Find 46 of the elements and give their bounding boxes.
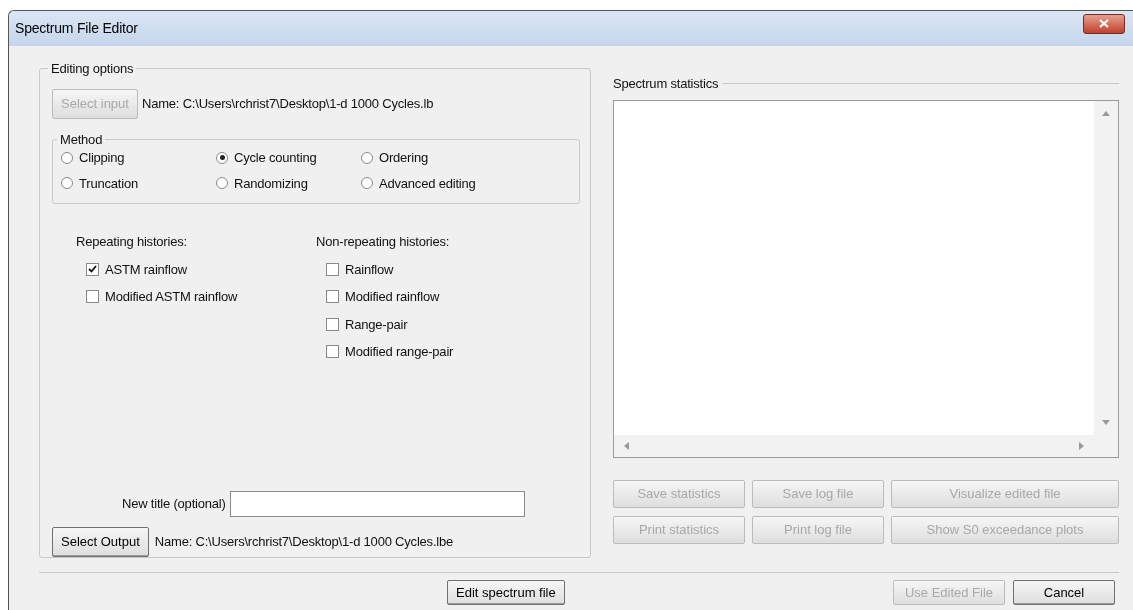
- radio-button[interactable]: [216, 177, 228, 190]
- scroll-left-icon[interactable]: [624, 441, 629, 450]
- scroll-down-icon[interactable]: [1102, 419, 1110, 425]
- input-file-name: Name: C:\Users\rchrist7\Desktop\1-d 1000 Cycles.lb: [141, 95, 434, 114]
- option-label[interactable]: Truncation: [79, 173, 138, 193]
- option-label[interactable]: Ordering: [379, 148, 428, 168]
- radio-button[interactable]: [361, 177, 373, 190]
- group-title: Method: [59, 133, 104, 146]
- scroll-up-icon[interactable]: [1102, 110, 1110, 116]
- option-label[interactable]: Cycle counting: [234, 148, 317, 168]
- option-label[interactable]: Modified rainflow: [345, 287, 440, 307]
- checkbox[interactable]: [326, 345, 339, 359]
- option-label[interactable]: Rainflow: [345, 259, 394, 279]
- checkbox[interactable]: [86, 290, 99, 304]
- checkbox[interactable]: [326, 262, 339, 276]
- checkbox[interactable]: [326, 317, 339, 331]
- vertical-scrollbar[interactable]: [1094, 100, 1118, 435]
- field-label: New title (optional): [122, 495, 226, 514]
- checkbox[interactable]: [86, 262, 99, 276]
- radio-button[interactable]: [61, 151, 73, 164]
- horizontal-scrollbar[interactable]: [614, 434, 1118, 457]
- check-icon: [88, 265, 97, 274]
- option-label[interactable]: Randomizing: [234, 173, 308, 193]
- group-title: Spectrum statistics: [613, 75, 719, 93]
- dialog-button[interactable]: Edit spectrum file: [447, 580, 565, 605]
- close-icon: [1099, 19, 1109, 28]
- radio-button[interactable]: [216, 151, 228, 164]
- output-file-name: Name: C:\Users\rchrist7\Desktop\1-d 1000 Cycles.lbe: [154, 533, 454, 552]
- section-label: Non-repeating histories:: [316, 233, 451, 251]
- section-label: Repeating histories:: [76, 233, 188, 251]
- scroll-right-icon[interactable]: [1079, 441, 1084, 450]
- option-label[interactable]: Modified ASTM rainflow: [105, 287, 238, 307]
- checkbox[interactable]: [326, 290, 339, 304]
- radio-button[interactable]: [61, 177, 73, 190]
- radio-button[interactable]: [361, 151, 373, 164]
- option-label[interactable]: ASTM rainflow: [105, 259, 187, 279]
- window-title: Spectrum File Editor: [15, 19, 138, 38]
- close-button[interactable]: [1083, 13, 1125, 34]
- select-output-button[interactable]: Select Output: [52, 527, 149, 557]
- title-input-field[interactable]: [229, 491, 525, 517]
- dialog-button[interactable]: Cancel: [1013, 580, 1115, 605]
- option-label[interactable]: Advanced editing: [379, 173, 476, 193]
- option-label[interactable]: Clipping: [79, 148, 125, 168]
- option-label[interactable]: Range-pair: [345, 314, 408, 334]
- option-label[interactable]: Modified range-pair: [345, 342, 454, 362]
- group-title: Editing options: [50, 62, 135, 75]
